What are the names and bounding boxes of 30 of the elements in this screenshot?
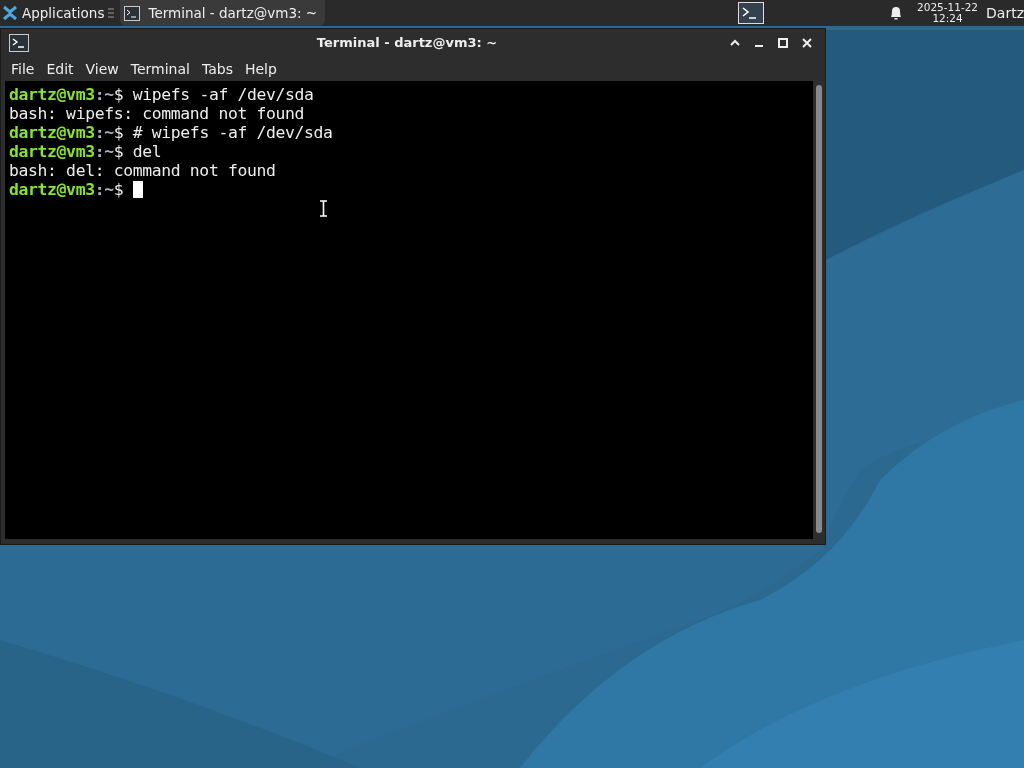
taskbar-button[interactable]: Terminal - dartz@vm3: ~	[120, 0, 326, 26]
maximize-icon	[778, 38, 788, 48]
terminal-icon	[9, 34, 29, 52]
menu-item[interactable]: Terminal	[124, 58, 196, 80]
prompt-line: dartz@vm3:~$ del	[9, 142, 163, 161]
menu-item[interactable]: Help	[238, 58, 283, 80]
output-line: bash: del: command not found	[9, 161, 277, 180]
terminal-icon	[124, 5, 141, 21]
app-menu-icon	[2, 5, 18, 21]
window-title: Terminal - dartz@vm3: ~	[315, 34, 499, 53]
menu-item[interactable]: File	[5, 58, 41, 80]
clock-date: 2025-11-22	[917, 2, 979, 13]
notification-bell-icon[interactable]	[889, 5, 903, 21]
menu-item[interactable]: View	[79, 58, 125, 80]
separator-handle-icon	[108, 7, 115, 19]
menu-item[interactable]: Edit	[40, 58, 80, 80]
prompt-line: dartz@vm3:~$ wipefs -af /dev/sda	[9, 85, 315, 104]
prompt-line: dartz@vm3:~$	[9, 180, 809, 199]
minimize-icon	[754, 45, 764, 47]
close-icon	[802, 38, 812, 48]
output-line: bash: wipefs: command not found	[9, 104, 306, 123]
clock-time: 12:24	[931, 13, 964, 24]
menu-item[interactable]: Tabs	[195, 58, 239, 80]
terminal-launcher-icon[interactable]	[738, 2, 764, 24]
scrollbar[interactable]	[816, 85, 822, 533]
applications-menu[interactable]: Applications	[0, 0, 107, 26]
prompt-line: dartz@vm3:~$ # wipefs -af /dev/sda	[9, 123, 334, 142]
chevron-up-icon	[730, 39, 740, 46]
user-name[interactable]: Dartz	[986, 2, 1024, 24]
i-beam-pointer-icon	[319, 200, 328, 217]
